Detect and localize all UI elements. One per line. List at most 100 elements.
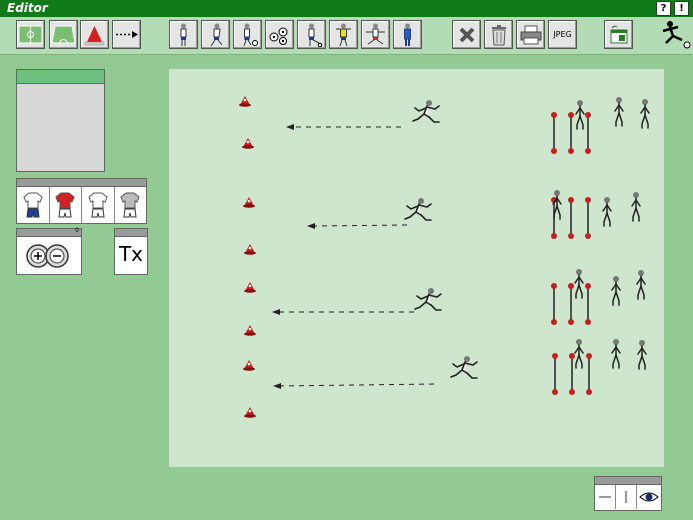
- counter-badge: 0: [75, 227, 79, 234]
- player-dribbling-tool[interactable]: [233, 20, 262, 49]
- player-standing[interactable]: [640, 98, 650, 129]
- kit-blue-shorts-option[interactable]: [17, 187, 50, 223]
- hurdle[interactable]: [550, 282, 558, 326]
- cone-marker[interactable]: [244, 325, 256, 336]
- player-running-tool[interactable]: [201, 20, 230, 49]
- hurdle[interactable]: [584, 196, 592, 240]
- player-running-icon: [210, 23, 223, 47]
- info-button[interactable]: !: [674, 1, 689, 16]
- player-standing[interactable]: [636, 269, 646, 300]
- text-tool-panel[interactable]: Tx: [114, 228, 148, 275]
- zoom-panel: 0: [16, 227, 82, 275]
- goalkeeper-tool[interactable]: [329, 20, 358, 49]
- cone-marker[interactable]: [243, 197, 255, 208]
- player-jumping-icon: [366, 23, 385, 45]
- horizontal-line-icon: [599, 496, 611, 498]
- cone-tool[interactable]: [80, 20, 109, 49]
- vertical-line-icon: [625, 491, 627, 503]
- player-standing[interactable]: [611, 275, 621, 306]
- window-icon: [610, 25, 627, 43]
- pitch-full-tool[interactable]: [16, 20, 45, 49]
- coach-icon: [404, 23, 411, 46]
- kit-white-option[interactable]: [82, 187, 115, 223]
- title-bar: Editor ? !: [0, 0, 693, 17]
- delete-button[interactable]: [452, 20, 481, 49]
- view-toggle-button[interactable]: [637, 485, 661, 509]
- hurdle[interactable]: [567, 282, 575, 326]
- dashed-arrow[interactable]: [307, 223, 408, 229]
- hurdle[interactable]: [584, 111, 592, 155]
- view-options-panel: [594, 476, 662, 511]
- player-standing[interactable]: [575, 99, 585, 130]
- kit-selector-header: [17, 179, 146, 187]
- player-kicking-icon: [308, 23, 323, 47]
- balls-tool[interactable]: [265, 20, 294, 49]
- player-standing[interactable]: [602, 196, 612, 227]
- text-tool-header: [115, 229, 147, 237]
- view-options-header: [595, 477, 661, 485]
- cone-marker[interactable]: [243, 360, 255, 371]
- player-standing[interactable]: [637, 339, 647, 370]
- hurdle[interactable]: [584, 282, 592, 326]
- player-running[interactable]: [412, 99, 440, 123]
- delete-x-icon: [459, 27, 474, 42]
- dashed-arrow-icon: [116, 31, 138, 38]
- cone-marker[interactable]: [239, 96, 251, 107]
- cone-marker[interactable]: [244, 407, 256, 418]
- arrow-tool[interactable]: [112, 20, 141, 49]
- player-standing[interactable]: [611, 338, 621, 369]
- player-standing-icon: [180, 23, 187, 46]
- player-kicking-tool[interactable]: [297, 20, 326, 49]
- field-canvas: [239, 96, 650, 418]
- pitch-half-tool[interactable]: [49, 20, 78, 49]
- balls-icon: [269, 27, 288, 45]
- kit-white-blue-icon: [23, 192, 43, 218]
- kit-red-white-icon: [55, 192, 75, 218]
- player-running[interactable]: [450, 355, 478, 379]
- player-running[interactable]: [414, 287, 442, 311]
- jpeg-export-button[interactable]: JPEG: [548, 20, 577, 49]
- hurdle[interactable]: [585, 352, 593, 396]
- kit-white-white-icon: [88, 192, 108, 218]
- kit-red-option[interactable]: [50, 187, 82, 223]
- text-tool-label: Tx: [118, 242, 144, 266]
- player-standing[interactable]: [574, 268, 584, 299]
- player-running[interactable]: [404, 197, 432, 221]
- goalkeeper-icon: [336, 23, 351, 47]
- printer-icon: [520, 25, 541, 44]
- coach-tool[interactable]: [393, 20, 422, 49]
- trash-button[interactable]: [484, 20, 513, 49]
- jpeg-label: JPEG: [553, 30, 572, 39]
- hurdle[interactable]: [567, 196, 575, 240]
- toolbar: JPEG: [0, 17, 693, 55]
- cone-marker[interactable]: [244, 282, 256, 293]
- eye-icon: [639, 492, 659, 502]
- dashed-arrow[interactable]: [286, 124, 401, 130]
- dashed-arrow[interactable]: [273, 383, 435, 389]
- kit-grey-option[interactable]: [115, 187, 147, 223]
- player-dribbling-icon: [243, 23, 258, 47]
- drawing-field[interactable]: [169, 69, 664, 467]
- window-button[interactable]: [604, 20, 633, 49]
- player-standing-tool[interactable]: [169, 20, 198, 49]
- preview-header: [17, 70, 104, 84]
- print-button[interactable]: [516, 20, 545, 49]
- zoom-header: 0: [17, 227, 81, 237]
- player-jumping-tool[interactable]: [361, 20, 390, 49]
- cone-marker[interactable]: [244, 244, 256, 255]
- zoom-controls: [26, 244, 69, 268]
- hurdle[interactable]: [551, 352, 559, 396]
- player-standing[interactable]: [614, 96, 624, 127]
- dashed-arrow[interactable]: [272, 309, 414, 315]
- cone-marker[interactable]: [242, 138, 254, 149]
- player-standing[interactable]: [631, 191, 641, 222]
- window-title: Editor: [7, 1, 48, 15]
- vertical-line-button[interactable]: [616, 485, 637, 509]
- hurdle[interactable]: [567, 111, 575, 155]
- hurdle[interactable]: [568, 352, 576, 396]
- help-button[interactable]: ?: [656, 1, 671, 16]
- horizontal-line-button[interactable]: [595, 485, 616, 509]
- player-standing[interactable]: [574, 338, 584, 369]
- hurdle[interactable]: [550, 111, 558, 155]
- trash-icon: [491, 24, 506, 45]
